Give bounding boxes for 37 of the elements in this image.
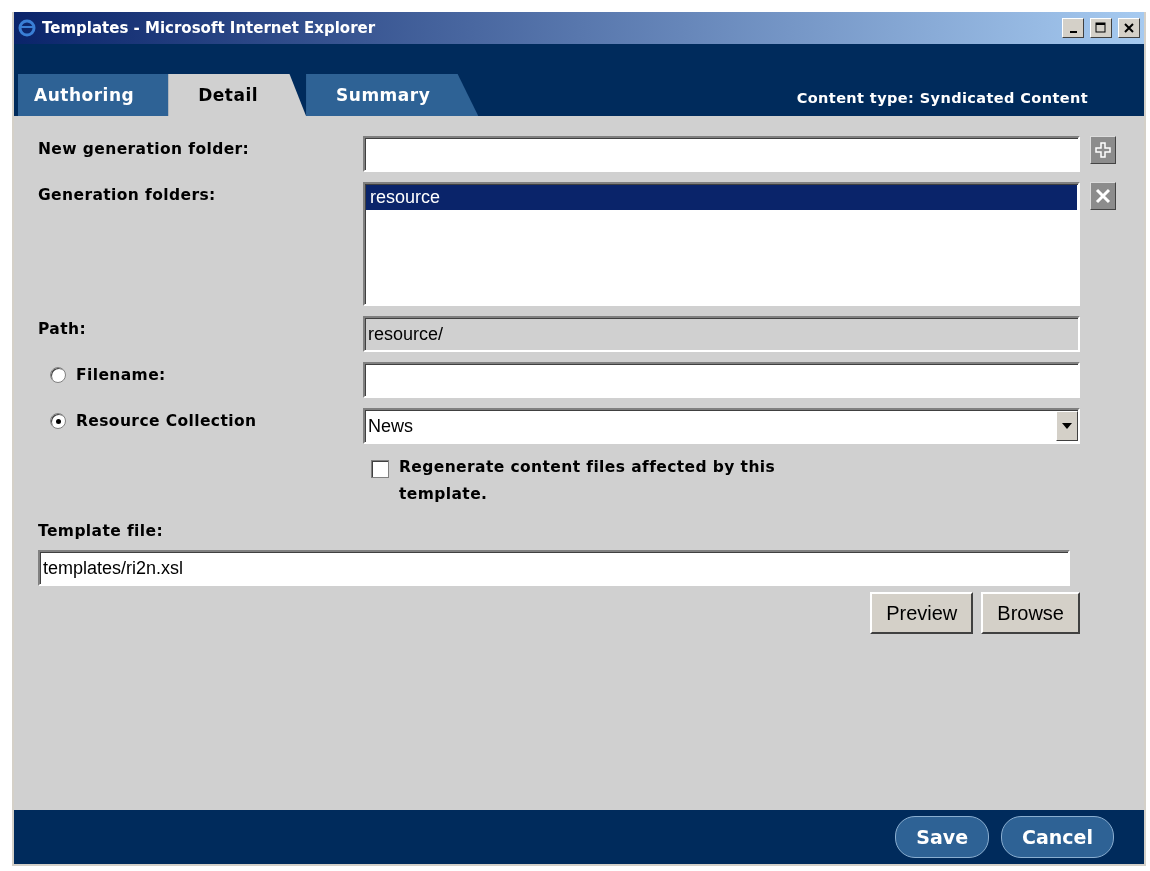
close-icon: [1095, 188, 1111, 204]
field-label: Filename:: [76, 366, 166, 384]
maximize-icon: [1095, 22, 1107, 34]
window-title: Templates - Microsoft Internet Explorer: [42, 19, 377, 37]
filename-field[interactable]: [363, 362, 1080, 398]
file-button[interactable]: Preview: [870, 592, 974, 634]
plus-icon: [1094, 141, 1112, 159]
maximize-button[interactable]: [1090, 18, 1112, 38]
field-label: New generation folder:: [38, 139, 251, 158]
tab[interactable]: Detail: [168, 74, 307, 116]
field-label: Path:: [38, 319, 88, 338]
delete-button[interactable]: [1090, 182, 1116, 210]
radio-button[interactable]: [50, 367, 66, 383]
close-icon: [1124, 23, 1134, 33]
new-folder-field[interactable]: [363, 136, 1080, 172]
collection-dropdown[interactable]: News: [363, 408, 1080, 444]
checkbox-label: Regenerate content files affected by this template.: [399, 457, 777, 505]
footer-button[interactable]: Save: [895, 816, 990, 858]
minimize-icon: [1069, 31, 1077, 33]
minimize-button[interactable]: [1062, 18, 1084, 38]
field-label: Template file:: [38, 521, 165, 540]
add-button[interactable]: [1090, 136, 1116, 164]
close-button[interactable]: [1118, 18, 1140, 38]
radio-button[interactable]: [50, 413, 66, 429]
tab[interactable]: Summary: [306, 74, 479, 116]
path-field: resource/: [363, 316, 1080, 352]
template-file-field[interactable]: templates/ri2n.xsl: [38, 550, 1070, 586]
ie-logo-icon: [18, 19, 36, 37]
field-label: Resource Collection: [76, 412, 257, 430]
file-button[interactable]: Browse: [981, 592, 1080, 634]
footer-button[interactable]: Cancel: [1001, 816, 1114, 858]
checkbox[interactable]: [371, 460, 389, 478]
list-item[interactable]: resource: [366, 185, 1077, 210]
tab[interactable]: Authoring: [18, 74, 169, 116]
content-type-label: Content type: Syndicated Content: [796, 90, 1088, 106]
field-label: Generation folders:: [38, 185, 217, 204]
folder-list[interactable]: resource: [363, 182, 1080, 306]
